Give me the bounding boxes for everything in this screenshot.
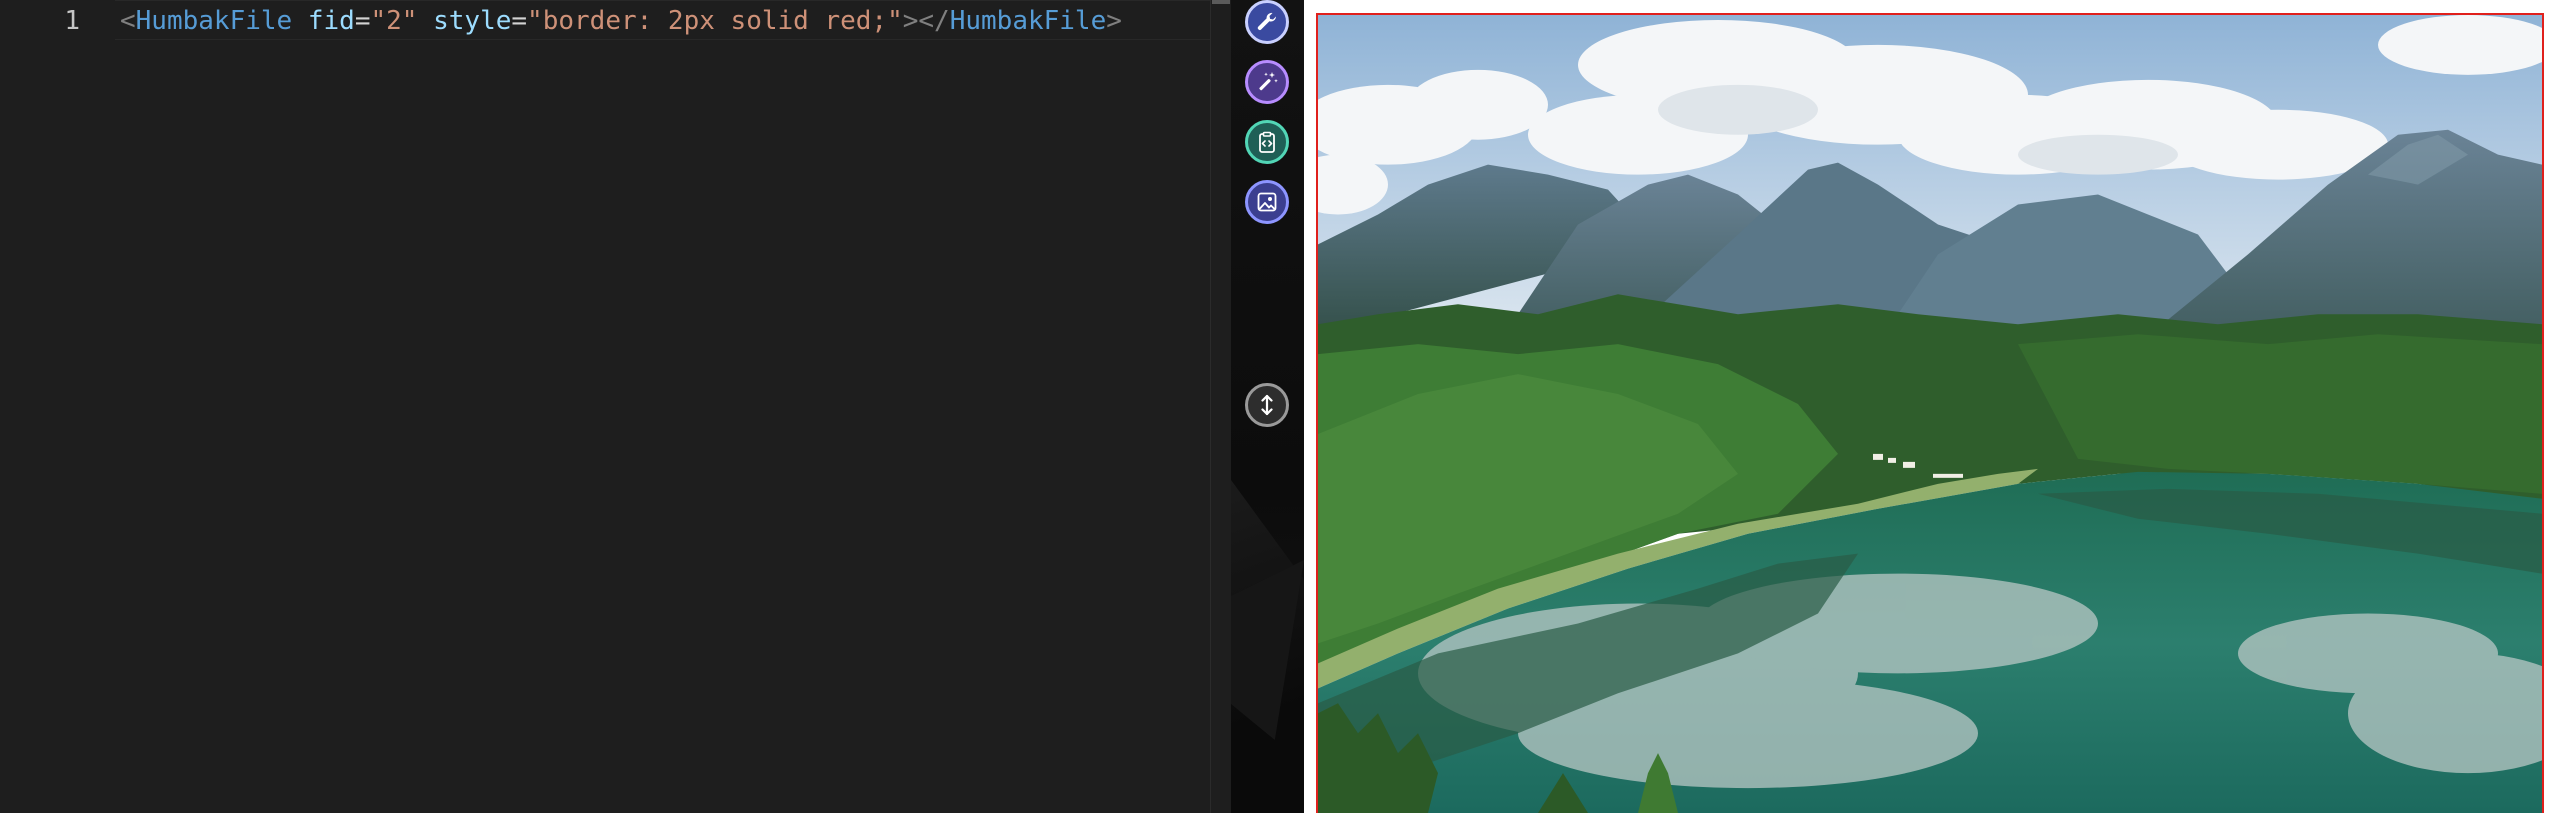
vertical-resize-icon bbox=[1261, 394, 1273, 416]
editor-scrollbar[interactable] bbox=[1210, 0, 1231, 813]
end-tag-name: HumbakFile bbox=[949, 6, 1107, 36]
tag-open-bracket: < bbox=[120, 6, 136, 36]
image-button[interactable] bbox=[1245, 180, 1289, 224]
equals-sign: = bbox=[354, 6, 371, 36]
attribute-fid-value: "2" bbox=[370, 6, 418, 36]
landscape-photo bbox=[1318, 15, 2542, 813]
wrench-icon bbox=[1257, 12, 1276, 30]
attribute-style: style bbox=[433, 6, 512, 36]
attribute-fid: fid bbox=[307, 6, 355, 36]
code-line[interactable]: <HumbakFile fid="2" style="border: 2px s… bbox=[120, 0, 1122, 42]
clipboard-code-icon bbox=[1259, 131, 1275, 153]
tag-close-bracket: > bbox=[902, 6, 919, 36]
image-icon bbox=[1257, 192, 1277, 212]
equals-sign: = bbox=[511, 6, 528, 36]
tool-strip bbox=[1231, 0, 1304, 813]
magic-wand-button[interactable] bbox=[1245, 60, 1289, 104]
attribute-style-value: "border: 2px solid red;" bbox=[527, 6, 903, 36]
end-tag-close-bracket: > bbox=[1106, 6, 1122, 36]
editor-scroll-thumb[interactable] bbox=[1212, 0, 1230, 4]
line-number-gutter: 1 bbox=[0, 0, 110, 813]
wrench-button[interactable] bbox=[1245, 0, 1289, 44]
line-number: 1 bbox=[64, 6, 80, 36]
tag-name: HumbakFile bbox=[135, 6, 293, 36]
code-editor[interactable]: 1 <HumbakFile fid="2" style="border: 2px… bbox=[0, 0, 1231, 813]
vertical-resize-button[interactable] bbox=[1245, 383, 1289, 427]
magic-wand-icon bbox=[1259, 72, 1278, 91]
clipboard-code-button[interactable] bbox=[1245, 120, 1289, 164]
humbak-file-preview[interactable] bbox=[1316, 13, 2544, 813]
end-tag-open-bracket: </ bbox=[918, 6, 950, 36]
